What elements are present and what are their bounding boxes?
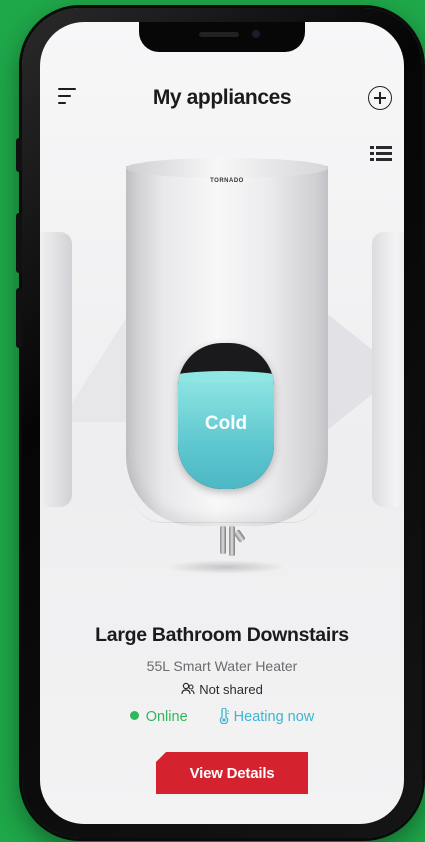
heating-status-label: Heating now bbox=[233, 709, 315, 725]
online-status: Online bbox=[129, 709, 188, 725]
users-icon bbox=[181, 682, 195, 699]
temperature-display: Cold bbox=[178, 343, 274, 489]
volume-up-button bbox=[16, 213, 22, 273]
heating-status: Heating now bbox=[218, 707, 315, 728]
speaker-grille bbox=[199, 32, 239, 37]
brand-logo: TORNADO bbox=[210, 178, 244, 184]
front-camera bbox=[252, 30, 260, 38]
heater-top bbox=[126, 158, 328, 178]
heater-pipes bbox=[218, 526, 246, 562]
volume-down-button bbox=[16, 288, 22, 348]
mute-switch bbox=[16, 138, 22, 172]
status-row: Online Heating now bbox=[40, 707, 404, 728]
online-dot-icon bbox=[129, 711, 139, 720]
list-view-icon[interactable] bbox=[370, 146, 392, 162]
phone-notch bbox=[139, 22, 305, 52]
add-appliance-button[interactable] bbox=[368, 86, 392, 110]
heater-bottom-band bbox=[132, 492, 322, 523]
heater-shadow bbox=[166, 560, 286, 574]
share-status: Not shared bbox=[40, 682, 404, 699]
page-title: My appliances bbox=[152, 86, 292, 109]
previous-appliance-preview[interactable] bbox=[40, 232, 72, 507]
app-screen: My appliances TORNADO Cold Large Bathroo… bbox=[40, 22, 404, 824]
appliance-model: 55L Smart Water Heater bbox=[146, 658, 298, 674]
next-appliance-preview[interactable] bbox=[372, 232, 404, 507]
share-status-label: Not shared bbox=[199, 682, 263, 697]
phone-frame: My appliances TORNADO Cold Large Bathroo… bbox=[16, 8, 422, 838]
water-heater-image[interactable]: TORNADO Cold bbox=[126, 158, 328, 578]
view-details-button[interactable]: View Details bbox=[156, 752, 308, 794]
thermometer-icon bbox=[218, 707, 230, 728]
online-status-label: Online bbox=[145, 709, 188, 725]
temperature-status-label: Cold bbox=[204, 413, 248, 434]
appliance-name: Large Bathroom Downstairs bbox=[95, 624, 349, 646]
